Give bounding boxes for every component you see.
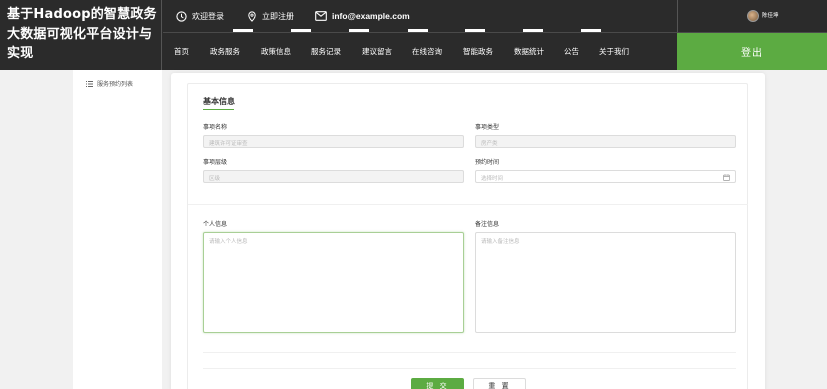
brand-title-line-2: 大数据可视化平台设计与 (7, 26, 153, 42)
item-level-label: 事项层级 (203, 159, 228, 166)
remark-info-placeholder: 请输入备注信息 (481, 239, 520, 245)
sidebar: 服务预约列表 (73, 70, 162, 389)
section-divider (203, 352, 736, 353)
divider-dash (523, 29, 543, 32)
nav-item-records[interactable]: 服务记录 (311, 46, 341, 57)
form-panel: 基本信息 事项名称 建筑许可证审查 事项类型 房产类 事项层级 区级 预约时间 … (187, 83, 748, 389)
sidebar-item-appointment-list[interactable]: 服务预约列表 (86, 79, 133, 88)
calendar-icon[interactable] (723, 174, 730, 181)
login-link-label: 欢迎登录 (192, 11, 224, 21)
nav-item-policy[interactable]: 政策信息 (261, 46, 291, 57)
brand-title-line-1: 基于Hadoop的智慧政务 (7, 7, 157, 22)
personal-info-placeholder: 请输入个人信息 (209, 239, 248, 245)
submit-button[interactable]: 提 交 (411, 378, 464, 389)
nav-item-notice[interactable]: 公告 (564, 46, 579, 57)
location-pin-icon (248, 10, 256, 22)
site-brand[interactable]: 基于Hadoop的智慧政务 大数据可视化平台设计与 实现 (0, 0, 162, 70)
divider-dash (408, 29, 428, 32)
logout-button[interactable]: 登出 (677, 33, 827, 70)
top-bar: 欢迎登录 立即注册 info@example.com (163, 0, 677, 33)
username: 陈佳坤 (762, 13, 779, 19)
personal-info-textarea[interactable]: 请输入个人信息 (203, 232, 464, 333)
section-title: 基本信息 (203, 97, 235, 106)
divider-dash (349, 29, 369, 32)
remark-info-textarea[interactable]: 请输入备注信息 (475, 232, 736, 333)
appointment-time-picker[interactable]: 选择时间 (475, 170, 736, 183)
nav-item-home[interactable]: 首页 (174, 46, 189, 57)
nav-item-smart-gov[interactable]: 智能政务 (463, 46, 493, 57)
avatar[interactable] (747, 10, 759, 22)
title-underline (203, 109, 234, 110)
login-link[interactable]: 欢迎登录 (176, 9, 224, 23)
nav-item-consult[interactable]: 在线咨询 (412, 46, 442, 57)
appointment-time-label: 预约时间 (475, 159, 500, 166)
nav-item-statistics[interactable]: 数据统计 (514, 46, 544, 57)
remark-info-label: 备注信息 (475, 221, 500, 228)
appointment-time-placeholder: 选择时间 (481, 176, 504, 182)
register-link[interactable]: 立即注册 (247, 9, 294, 23)
nav-item-services[interactable]: 政务服务 (210, 46, 240, 57)
section-divider (188, 204, 748, 205)
personal-info-label: 个人信息 (203, 221, 228, 228)
divider-dash (291, 29, 311, 32)
user-menu[interactable]: 陈佳坤 (677, 0, 827, 33)
nav-item-about[interactable]: 关于我们 (599, 46, 629, 57)
nav-item-suggestions[interactable]: 建议留言 (362, 46, 392, 57)
divider-dash (581, 29, 601, 32)
register-link-label: 立即注册 (262, 11, 294, 21)
divider-dash (465, 29, 485, 32)
email-link[interactable]: info@example.com (315, 9, 410, 23)
brand-title-line-3: 实现 (7, 46, 34, 61)
item-name-field: 建筑许可证审查 (203, 135, 464, 148)
item-type-field: 房产类 (475, 135, 736, 148)
envelope-icon (315, 11, 327, 21)
item-name-label: 事项名称 (203, 124, 228, 131)
sidebar-item-label: 服务预约列表 (97, 81, 134, 88)
list-icon (86, 80, 93, 87)
item-level-field: 区级 (203, 170, 464, 183)
clock-icon (176, 10, 187, 22)
main-nav: 首页 政务服务 政策信息 服务记录 建议留言 在线咨询 智能政务 数据统计 公告… (163, 38, 677, 66)
divider-dash (233, 29, 253, 32)
email-address: info@example.com (332, 11, 410, 21)
reset-button[interactable]: 重 置 (473, 378, 526, 389)
section-divider (203, 368, 736, 369)
item-type-label: 事项类型 (475, 124, 500, 131)
main-card: 基本信息 事项名称 建筑许可证审查 事项类型 房产类 事项层级 区级 预约时间 … (171, 73, 765, 389)
header: 基于Hadoop的智慧政务 大数据可视化平台设计与 实现 欢迎登录 立即注册 i… (0, 0, 827, 70)
